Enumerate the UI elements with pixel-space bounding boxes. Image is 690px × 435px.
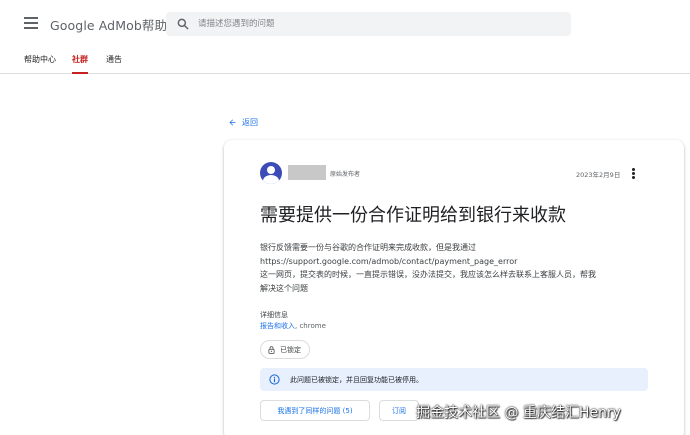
tab-community[interactable]: 社群 [72, 54, 88, 74]
post-body-line: 银行反馈需要一份与谷歌的合作证明来完成收款，但是我通过 [260, 243, 476, 252]
search-input[interactable] [198, 16, 558, 32]
watermark: 掘金技术社区 @ 重庆结汇Henry [416, 405, 621, 421]
search-icon [177, 18, 189, 30]
post-card: 原始发布者 2023年2月9日 需要提供一份合作证明给到银行来收款 银行反馈需要… [224, 140, 684, 435]
back-link[interactable]: 返回 [228, 117, 258, 128]
post-body-line: https://support.google.com/admob/contact… [260, 256, 518, 266]
nav-tabs: 帮助中心 社群 通告 [0, 48, 690, 74]
locked-notice-text: 此问题已被锁定，并且回复功能已被停用。 [290, 375, 423, 384]
subscribe-button[interactable]: 订阅 [379, 400, 419, 421]
locked-notice: 此问题已被锁定，并且回复功能已被停用。 [260, 368, 648, 391]
post-body: 银行反馈需要一份与谷歌的合作证明来完成收款，但是我通过 https://supp… [260, 241, 660, 295]
tab-help-center[interactable]: 帮助中心 [24, 54, 56, 74]
info-icon [269, 374, 280, 385]
username-redacted [288, 165, 326, 180]
top-app-bar: Google AdMob帮助 [0, 0, 690, 48]
details-value: 报告和收入, chrome [260, 322, 326, 330]
post-title: 需要提供一份合作证明给到银行来收款 [260, 205, 566, 226]
search-bar[interactable] [166, 12, 571, 36]
same-question-button[interactable]: 我遇到了同样的问题 (5) [260, 400, 370, 421]
tab-announcements[interactable]: 通告 [106, 54, 122, 74]
post-body-line: 解决这个问题 [260, 283, 308, 293]
author-role: 原始发布者 [330, 171, 361, 178]
arrow-back-icon [229, 119, 236, 126]
locked-label: 已锁定 [280, 345, 301, 354]
lock-icon [268, 345, 275, 354]
hamburger-menu-icon[interactable] [24, 17, 38, 29]
post-body-line: 这一网页，提交表的时候，一直提示错误，没办法提交，我应该怎么样去联系上客服人员，… [260, 270, 596, 279]
details-category-link[interactable]: 报告和收入 [260, 322, 295, 330]
post-date: 2023年2月9日 [576, 171, 621, 179]
brand-title[interactable]: Google AdMob帮助 [50, 15, 167, 34]
avatar[interactable] [260, 162, 282, 184]
details-label: 详细信息 [260, 311, 288, 319]
locked-chip: 已锁定 [260, 340, 310, 359]
more-vert-icon[interactable] [630, 168, 636, 180]
back-label: 返回 [242, 118, 258, 127]
details-browser: chrome [299, 322, 326, 330]
